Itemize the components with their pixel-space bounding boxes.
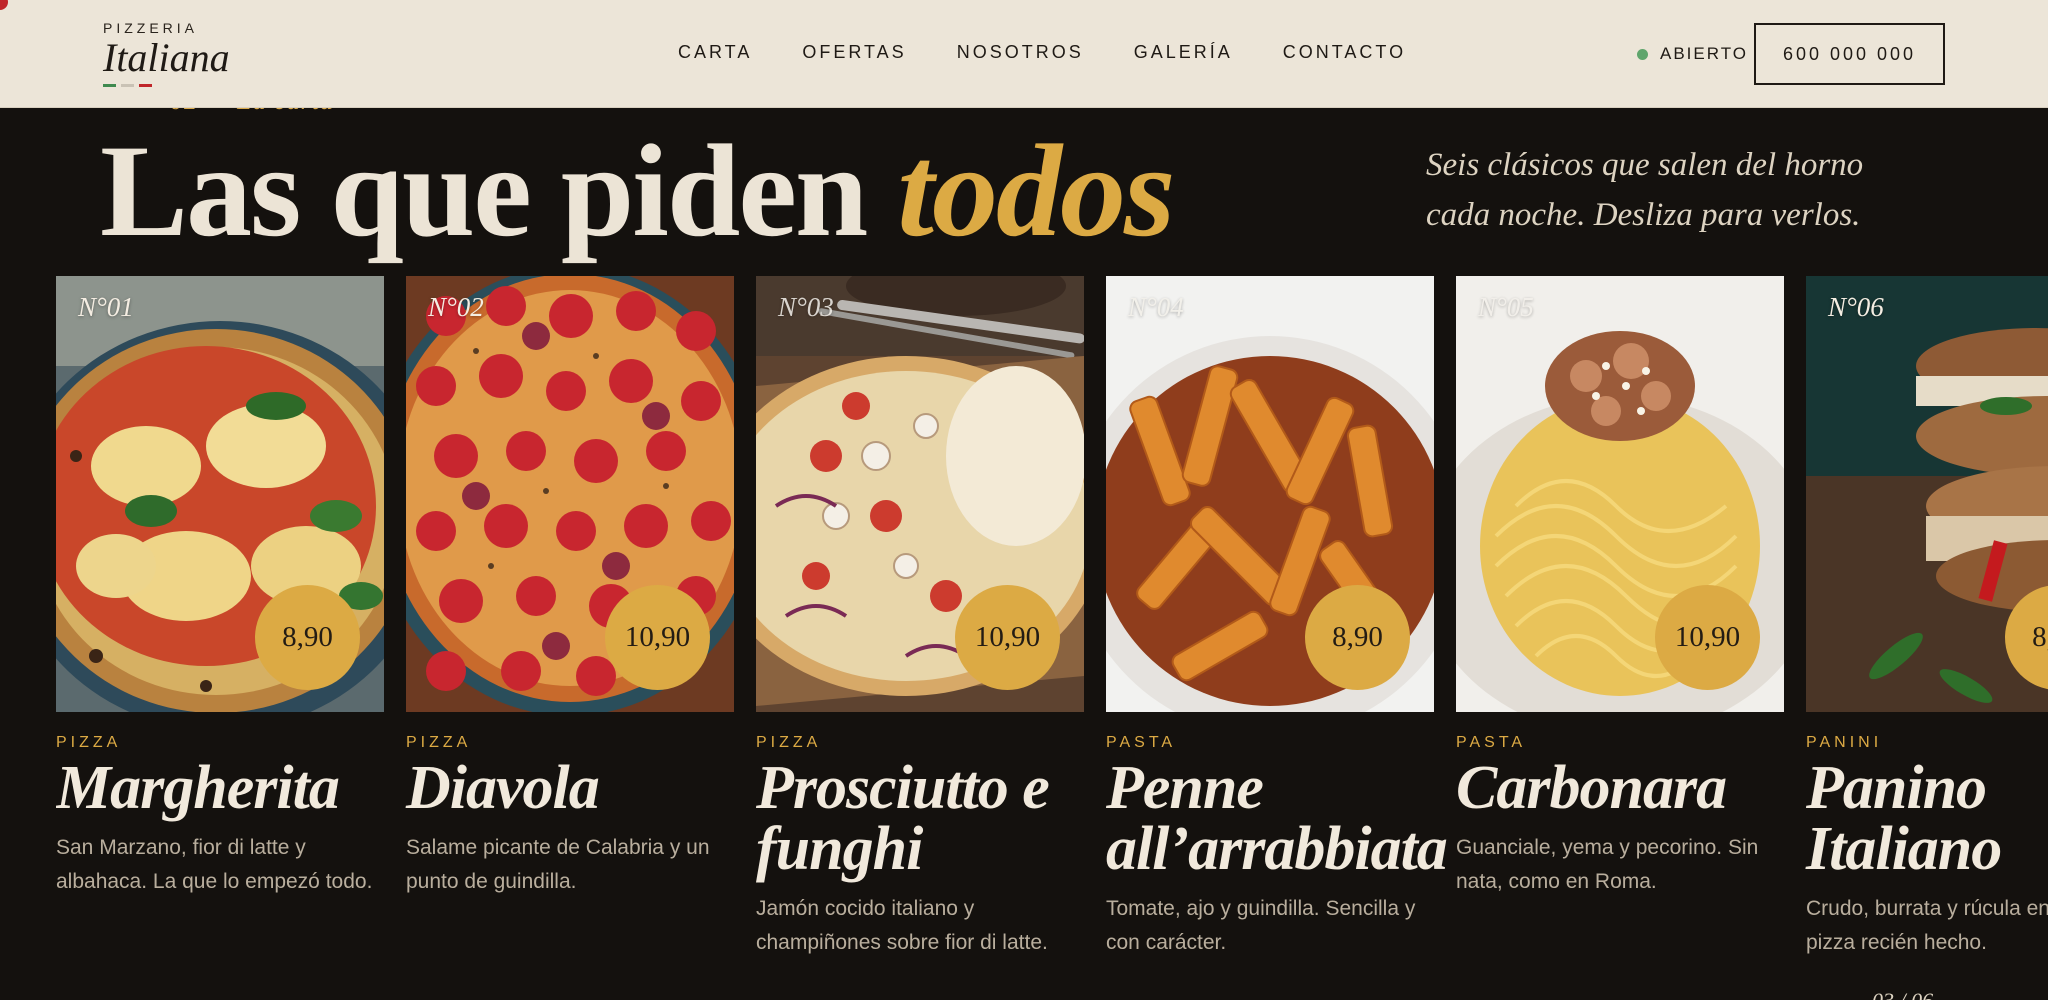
card-title: Margherita: [56, 754, 340, 822]
main-nav: CARTA OFERTAS NOSOTROS GALERÍA CONTACTO: [678, 42, 1406, 63]
menu-card-panino[interactable]: N°06 8,90 PANINI Panino Italiano Crudo, …: [1806, 276, 2048, 960]
menu-carousel[interactable]: N°01 8,90 PIZZA Margherita San Marzano, …: [56, 276, 2048, 976]
section-headline: Las que piden todos: [100, 116, 1175, 266]
section-subhead: Seis clásicos que salen del horno cada n…: [1426, 147, 1864, 233]
flag-stripe-green: [103, 84, 116, 87]
card-category: PIZZA: [756, 734, 822, 751]
card-number: N°02: [428, 292, 484, 322]
card-description: Crudo, burrata y rúcula en pan de pizza …: [1806, 897, 2048, 954]
price-badge: 8,90: [255, 585, 360, 690]
flag-stripe-white: [121, 84, 134, 87]
card-description: Tomate, ajo y guindilla. Sencilla y con …: [1106, 897, 1416, 954]
card-category: PASTA: [1106, 734, 1177, 751]
card-category: PIZZA: [406, 734, 472, 751]
logo-kicker: PIZZERIA: [103, 20, 199, 36]
carbonara-photo: N°05 10,90: [1456, 276, 1784, 712]
menu-card-diavola[interactable]: N°02 10,90 PIZZA Diavola Salame picante …: [406, 276, 734, 899]
card-description: Guanciale, yema y pecorino. Sin nata, co…: [1456, 836, 1759, 893]
phone-button[interactable]: 600 000 000: [1754, 23, 1945, 85]
logo[interactable]: PIZZERIA Italiana: [103, 20, 230, 87]
headline-text: Las que piden: [100, 117, 868, 264]
card-number: N°04: [1128, 292, 1184, 322]
nav-galeria[interactable]: GALERÍA: [1134, 42, 1233, 63]
card-description: Salame picante de Calabria y un punto de…: [406, 836, 710, 893]
menu-card-prosciutto-funghi[interactable]: N°03 10,90 PIZZA Prosciutto e funghi Jam…: [756, 276, 1084, 960]
nav-nosotros[interactable]: NOSOTROS: [957, 42, 1084, 63]
price-badge: 10,90: [1655, 585, 1760, 690]
diavola-photo: N°02 10,90: [406, 276, 734, 712]
card-category: PIZZA: [56, 734, 122, 751]
flag-stripe-red: [139, 84, 152, 87]
carousel-pager: 03 / 06: [1872, 988, 1933, 1000]
card-title: Prosciutto e funghi: [756, 754, 1050, 883]
card-category: PANINI: [1806, 734, 1883, 751]
nav-contacto[interactable]: CONTACTO: [1283, 42, 1406, 63]
card-title: Diavola: [406, 754, 600, 822]
card-number: N°05: [1478, 292, 1534, 322]
open-status: ABIERTO: [1637, 44, 1748, 64]
card-category: PASTA: [1456, 734, 1527, 751]
penne-photo: N°04 8,90: [1106, 276, 1434, 712]
price-badge: 10,90: [605, 585, 710, 690]
card-title: Carbonara: [1456, 754, 1727, 822]
card-title: Penne all’arrabbiata: [1106, 754, 1448, 883]
menu-card-penne[interactable]: N°04 8,90 PASTA Penne all’arrabbiata Tom…: [1106, 276, 1448, 960]
card-number: N°01: [78, 292, 134, 322]
menu-card-margherita[interactable]: N°01 8,90 PIZZA Margherita San Marzano, …: [56, 276, 384, 899]
card-description: San Marzano, fior di latte y albahaca. L…: [56, 836, 373, 893]
card-title: Panino Italiano: [1806, 754, 2002, 883]
card-number: N°03: [778, 292, 834, 322]
nav-carta[interactable]: CARTA: [678, 42, 752, 63]
logo-flag: [103, 84, 230, 87]
menu-card-carbonara[interactable]: N°05 10,90 PASTA Carbonara Guanciale, ye…: [1456, 276, 1784, 899]
price-badge: 8,90: [1305, 585, 1410, 690]
margherita-photo: N°01 8,90: [56, 276, 384, 712]
prosciutto-funghi-photo: N°03 10,90: [756, 276, 1084, 712]
panino-photo: N°06 8,90: [1806, 276, 2048, 712]
logo-name: Italiana: [103, 35, 230, 80]
site-header: PIZZERIA Italiana CARTA OFERTAS NOSOTROS…: [0, 0, 2048, 108]
status-dot-icon: [1637, 48, 1648, 60]
status-label: ABIERTO: [1660, 44, 1749, 63]
headline-accent: todos: [897, 117, 1175, 264]
card-description: Jamón cocido italiano y champiñones sobr…: [756, 897, 1048, 954]
card-number: N°06: [1828, 292, 1884, 322]
price-badge: 10,90: [955, 585, 1060, 690]
nav-ofertas[interactable]: OFERTAS: [802, 42, 906, 63]
